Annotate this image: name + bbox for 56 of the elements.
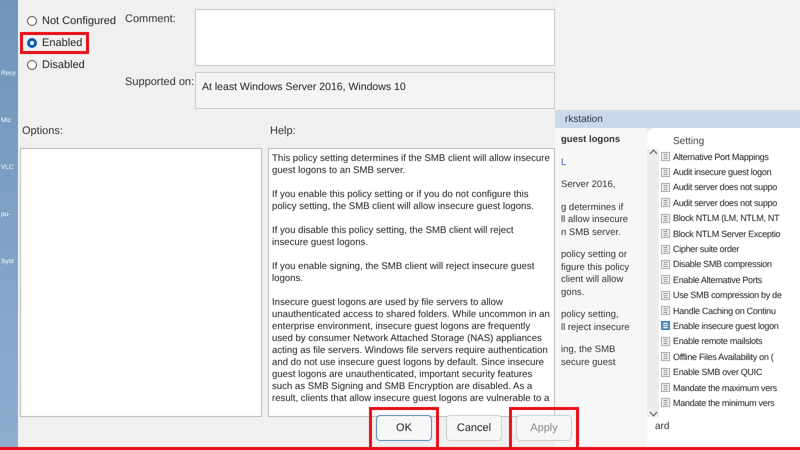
description-text: Server 2016, <box>561 179 616 192</box>
help-paragraph: If you enable this policy setting or if you do not configure this policy setting, the SMB client will allow insecure guest logons. <box>272 188 535 213</box>
description-text: gons. <box>561 286 586 299</box>
help-paragraph: This policy setting determines if the SMB client will allow insecure guest logons to an SMB server. <box>272 152 551 177</box>
help-label: Help: <box>269 125 297 138</box>
setting-row[interactable]: Cipher suite order <box>661 241 782 257</box>
radio-button[interactable] <box>27 38 37 48</box>
scroll-up-icon[interactable] <box>648 149 658 155</box>
policy-link[interactable]: L <box>561 156 647 169</box>
setting-row[interactable]: Enable remote mailslots <box>661 334 782 350</box>
setting-row[interactable]: Audit server does not suppo <box>661 180 782 196</box>
path-header: rkstation <box>555 110 800 128</box>
radio-option[interactable]: Enabled <box>27 37 82 49</box>
description-text: n SMB server. <box>561 226 622 239</box>
setting-row[interactable]: Block NTLM Server Exceptio <box>661 226 782 242</box>
column-header[interactable]: Setting <box>647 128 800 149</box>
setting-row[interactable]: Disable SMB compression <box>661 256 782 272</box>
radio-option[interactable]: Not Configured <box>27 15 116 27</box>
setting-row[interactable]: Enable Alternative Ports <box>661 272 782 288</box>
field-label: Supported on: <box>124 75 195 90</box>
radio-button[interactable] <box>27 60 37 70</box>
help-paragraph: Insecure guest logons are used by file servers to allow unauthenticated access to shared folders. While uncommon in an enterprise environment, insecure guest logons are frequently used by consumer Network Attached Storage (NAS) appliances acting as file servers. Windows file servers require authentication and do not use insecure guest logons by default. Since insecure guest logons are unauthenticated, important security features such as SMB Signing and SMB Encryption are disabled. As a result, clients that allow insecure guest logons are vulnerable to a <box>272 296 551 405</box>
description-text: policy setting or <box>561 249 628 262</box>
radio-button[interactable] <box>27 16 37 26</box>
field-label: Comment: <box>124 12 177 27</box>
setting-row[interactable]: Enable insecure guest logon <box>661 318 782 334</box>
description-text: ll reject insecure <box>561 322 631 334</box>
setting-row[interactable]: Alternative Port Mappings <box>661 149 782 164</box>
radio-option[interactable]: Disabled <box>27 59 85 71</box>
setting-row[interactable]: Offline Files Availability on ( <box>661 349 782 364</box>
description-text: figure this policy <box>561 262 630 274</box>
help-paragraph: If you disable this policy setting, the SMB client will reject insecure guest logons. <box>272 224 515 249</box>
setting-row[interactable]: Use SMB compression by de <box>661 288 782 303</box>
description-text: ll allow insecure <box>561 214 630 226</box>
dialog-button[interactable]: Cancel <box>446 415 502 441</box>
dialog-button[interactable]: OK <box>376 415 432 441</box>
help-paragraph: If you enable signing, the SMB client will reject insecure guest logons. <box>272 260 536 285</box>
setting-row[interactable]: Enable SMB over QUIC <box>661 364 782 380</box>
setting-row[interactable]: Block NTLM (LM, NTLM, NT <box>661 210 782 226</box>
setting-row[interactable]: Audit insecure guest logon <box>661 164 782 180</box>
description-text: client will allow <box>561 274 624 286</box>
supported-on-field: At least Windows Server 2016, Windows 10 <box>195 72 555 109</box>
setting-row[interactable]: Mandate the maximum vers <box>661 380 782 396</box>
scroll-down-icon[interactable] <box>648 411 658 417</box>
setting-row[interactable]: Audit server does not suppo <box>661 195 782 211</box>
setting-row[interactable]: Mandate the minimum vers <box>661 395 782 411</box>
setting-row[interactable]: Handle Caching on Continu <box>661 302 782 318</box>
description-text: ing, the SMB <box>561 344 616 356</box>
description-text: guest logons <box>561 134 622 146</box>
scrollbar[interactable] <box>647 149 659 417</box>
description-text: policy setting, <box>561 309 620 322</box>
options-label: Options: <box>21 125 64 138</box>
description-text: g determines if <box>561 202 624 214</box>
view-tab[interactable]: ard <box>647 417 800 432</box>
comment-field[interactable] <box>195 9 555 66</box>
description-text: secure guest <box>561 356 616 369</box>
